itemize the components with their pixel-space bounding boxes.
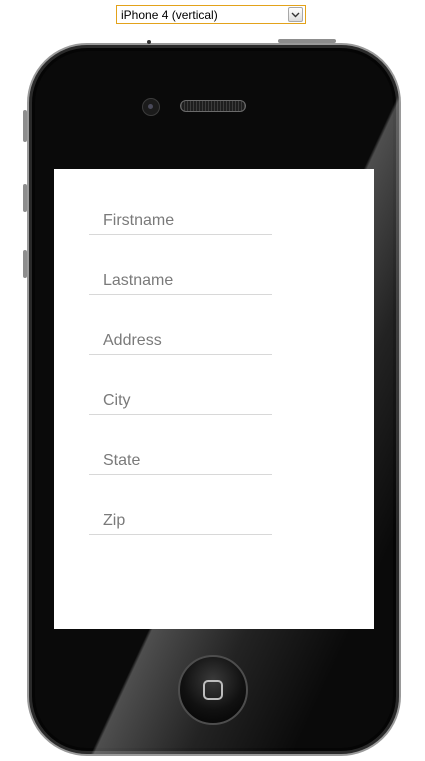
- home-button[interactable]: [178, 655, 248, 725]
- volume-up-button: [23, 184, 27, 212]
- address-field[interactable]: [89, 313, 272, 355]
- firstname-field[interactable]: [89, 193, 272, 235]
- chevron-down-icon[interactable]: [288, 7, 303, 22]
- earpiece-speaker: [180, 100, 246, 112]
- city-field[interactable]: [89, 373, 272, 415]
- state-input[interactable]: [89, 433, 272, 474]
- mute-switch: [23, 110, 27, 142]
- zip-input[interactable]: [89, 493, 272, 534]
- lastname-input[interactable]: [89, 253, 272, 294]
- zip-field[interactable]: [89, 493, 272, 535]
- state-field[interactable]: [89, 433, 272, 475]
- firstname-input[interactable]: [89, 193, 272, 234]
- lastname-field[interactable]: [89, 253, 272, 295]
- device-select[interactable]: iPhone 4 (vertical): [116, 5, 306, 24]
- phone-screen: [54, 169, 374, 629]
- front-camera-icon: [142, 98, 160, 116]
- home-square-icon: [203, 680, 223, 700]
- power-button: [278, 39, 336, 43]
- top-notch-mark: [147, 40, 151, 44]
- address-input[interactable]: [89, 313, 272, 354]
- city-input[interactable]: [89, 373, 272, 414]
- volume-down-button: [23, 250, 27, 278]
- device-select-value: iPhone 4 (vertical): [121, 7, 218, 22]
